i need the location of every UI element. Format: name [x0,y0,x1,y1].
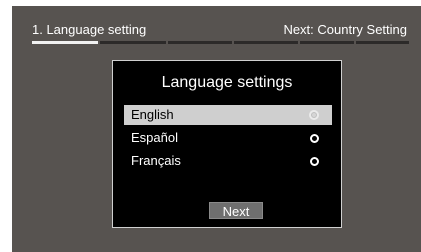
progress-segment-2 [100,41,166,44]
language-option-espanol[interactable]: Español [124,128,332,148]
language-option-francais[interactable]: Français [124,151,332,171]
setup-screen: 1. Language setting Next: Country Settin… [12,6,421,252]
dialog-title: Language settings [161,74,293,91]
radio-selected-icon [309,110,319,120]
next-button[interactable]: Next [209,202,263,219]
current-step-label: 1. Language setting [32,22,147,37]
language-option-label: Español [131,130,178,145]
progress-segment-3 [168,41,232,44]
progress-segment-4 [234,41,298,44]
progress-segment-5 [300,41,354,44]
language-list: English Español Français [124,105,332,174]
language-option-english[interactable]: English [124,105,332,125]
progress-segment-6 [356,41,409,44]
radio-unselected-icon [310,134,319,143]
progress-segment-1 [32,41,98,44]
language-option-label: English [131,107,174,122]
language-dialog: Language settings English Español França… [112,60,342,228]
next-step-label: Next: Country Setting [283,22,407,37]
language-option-label: Français [131,153,181,168]
radio-unselected-icon [310,157,319,166]
